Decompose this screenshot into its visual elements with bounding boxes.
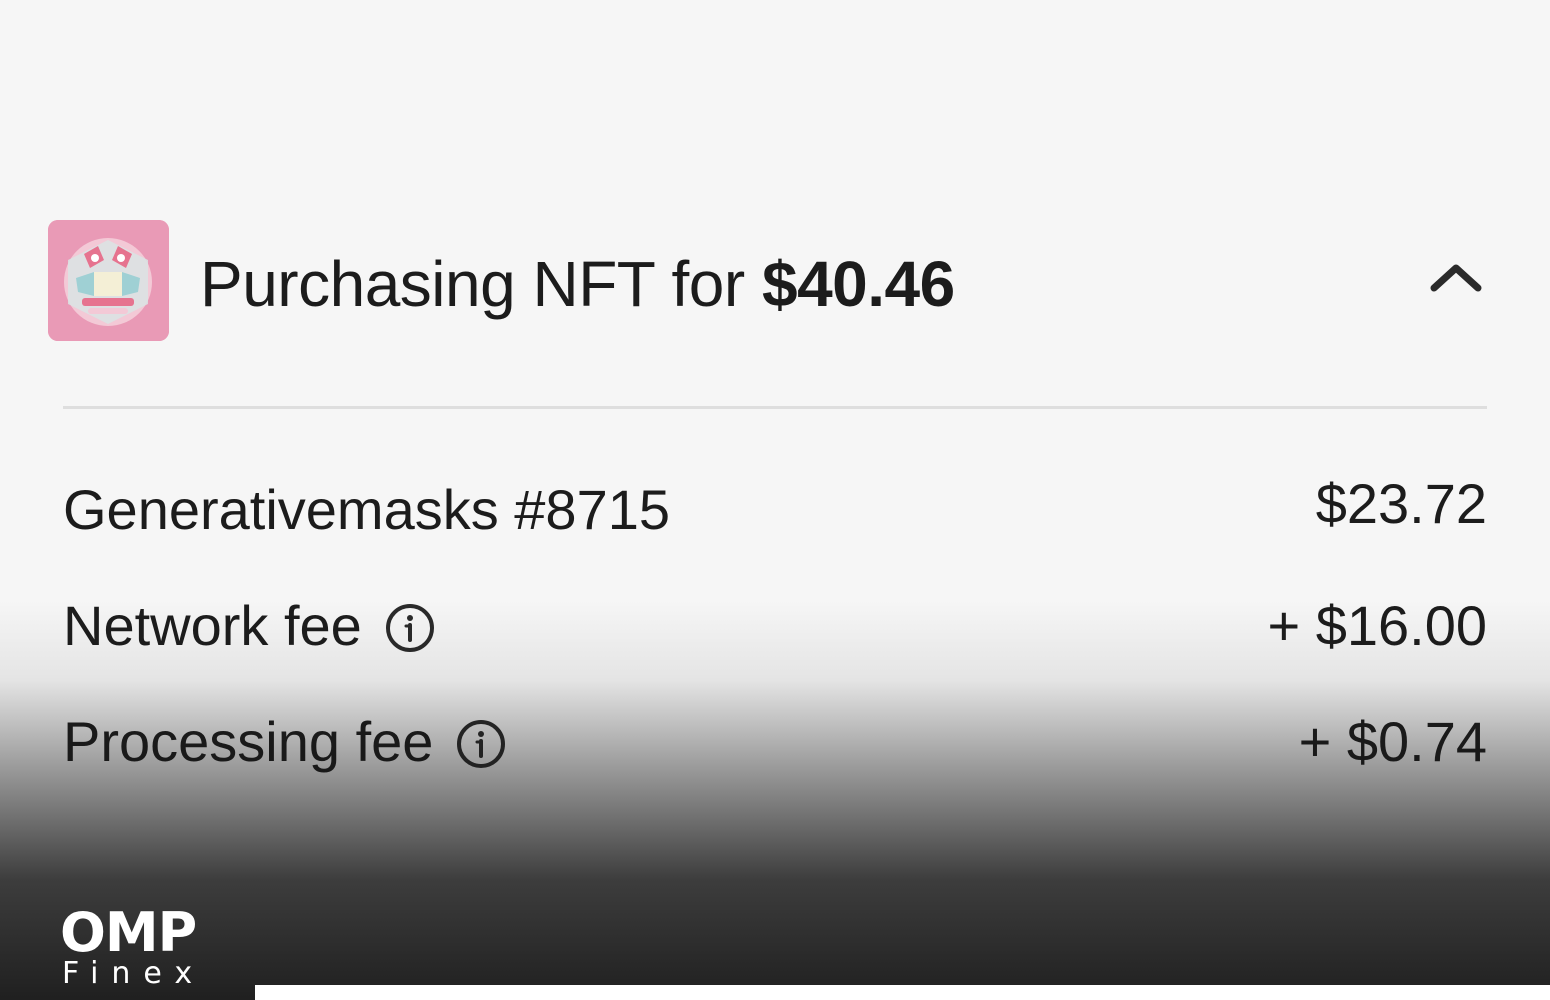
line-item-label: Generativemasks #8715	[63, 475, 670, 545]
purchase-title: Purchasing NFT for $40.46	[200, 248, 955, 320]
network-fee-label: Network fee	[63, 594, 362, 657]
purchase-header[interactable]: Purchasing NFT for $40.46	[48, 220, 1488, 341]
logo-sub-text: Finex	[62, 956, 206, 991]
chevron-up-icon[interactable]	[1428, 258, 1484, 298]
purchase-title-prefix: Purchasing NFT for	[200, 248, 762, 320]
nft-price: $23.72	[1315, 472, 1487, 535]
processing-fee-label: Processing fee	[63, 710, 434, 773]
logo-main-text: OMP	[60, 901, 197, 964]
line-item-network-fee: Network fee + $16.00	[63, 591, 1487, 661]
line-item-processing-fee: Processing fee + $0.74	[63, 707, 1487, 777]
watermark-logo: OMP Finex	[60, 905, 205, 989]
network-fee-value: + $16.00	[1267, 594, 1487, 657]
bottom-white-strip	[255, 985, 1550, 1000]
line-item-label: Network fee	[63, 591, 436, 661]
nft-name: Generativemasks #8715	[63, 478, 671, 541]
line-item-nft: Generativemasks #8715 $23.72	[63, 472, 1487, 545]
section-divider	[63, 406, 1487, 409]
info-icon[interactable]	[455, 716, 507, 768]
processing-fee-value: + $0.74	[1298, 710, 1487, 773]
purchase-total-amount: $40.46	[761, 248, 955, 320]
info-icon[interactable]	[384, 600, 436, 652]
nft-thumbnail	[48, 220, 169, 341]
mask-icon	[48, 220, 169, 341]
checkout-summary-page: Purchasing NFT for $40.46 Generativemask…	[0, 0, 1550, 1000]
line-item-label: Processing fee	[63, 707, 507, 777]
